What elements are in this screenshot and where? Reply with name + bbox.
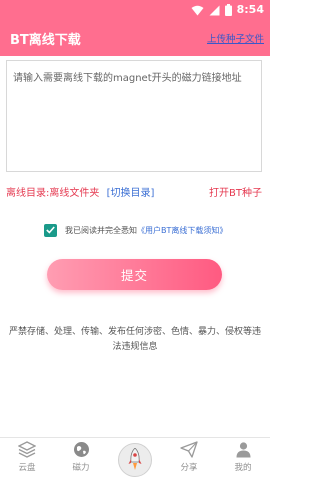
status-icons: 8:54 (191, 3, 264, 17)
checkmark-icon (46, 226, 55, 234)
submit-button[interactable]: 提交 (47, 259, 222, 290)
rocket-icon (128, 448, 142, 470)
directory-label: 离线目录:离线文件夹 (6, 188, 100, 199)
agreement-text: 我已阅读并完全悉知 (65, 225, 137, 235)
signal-icon (209, 5, 220, 15)
user-icon (236, 442, 250, 458)
directory-row: 离线目录:离线文件夹 [切换目录] 打开BT种子 (6, 184, 264, 200)
agreement-checkbox[interactable] (44, 223, 57, 237)
nav-item-profile[interactable]: 我的 (216, 441, 270, 473)
nav-item-rocket[interactable] (118, 443, 152, 477)
open-bt-torrent-link[interactable]: 打开BT种子 (209, 184, 262, 199)
magnet-link-input[interactable] (7, 61, 261, 171)
nav-label: 我的 (234, 463, 252, 473)
status-bar: 8:54 (0, 0, 270, 20)
layers-icon (18, 441, 36, 458)
legal-notice: 严禁存储、处理、传输、发布任何涉密、色情、暴力、侵权等违法违规信息 (8, 327, 261, 352)
bottom-nav: 云盘 磁力 分享 我的 (0, 437, 270, 480)
globe-icon (73, 442, 89, 457)
agreement-row: 我已阅读并完全悉知 《用户BT离线下载须知》 (44, 222, 227, 238)
nav-item-magnet[interactable]: 磁力 (54, 441, 108, 473)
paper-plane-icon (180, 441, 198, 458)
switch-directory-link[interactable]: [切换目录] (107, 188, 155, 199)
app-bar: BT离线下载 上传种子文件 (0, 20, 270, 56)
page-title: BT离线下载 (10, 33, 81, 48)
upload-torrent-link[interactable]: 上传种子文件 (207, 31, 264, 45)
nav-label: 分享 (180, 463, 198, 473)
nav-label: 云盘 (18, 463, 36, 473)
nav-item-share[interactable]: 分享 (162, 441, 216, 473)
battery-icon (224, 4, 232, 16)
wifi-icon (191, 5, 204, 15)
magnet-input-container (6, 60, 262, 172)
status-time: 8:54 (236, 3, 264, 16)
nav-label: 磁力 (72, 463, 90, 473)
nav-item-cloud-drive[interactable]: 云盘 (0, 441, 54, 473)
agreement-link[interactable]: 《用户BT离线下载须知》 (137, 225, 227, 236)
